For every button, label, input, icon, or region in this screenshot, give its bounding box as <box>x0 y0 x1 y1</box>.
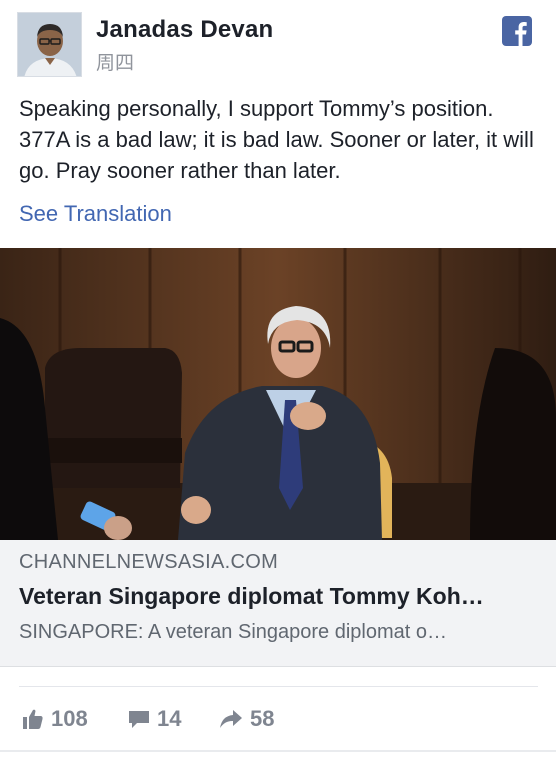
like-button[interactable]: 108 <box>22 705 88 733</box>
comment-icon <box>128 708 150 730</box>
link-preview[interactable]: CHANNELNEWSASIA.COM Veteran Singapore di… <box>0 248 556 667</box>
facebook-icon <box>502 16 532 46</box>
article-description: SINGAPORE: A veteran Singapore diplomat … <box>19 621 447 643</box>
divider <box>19 686 538 687</box>
share-count: 58 <box>250 706 275 731</box>
thumbs-up-icon <box>22 708 44 730</box>
comment-count: 14 <box>157 706 182 731</box>
article-title[interactable]: Veteran Singapore diplomat Tommy Koh… <box>19 583 544 610</box>
like-count: 108 <box>51 706 88 731</box>
post-timestamp[interactable]: 周四 <box>96 48 134 75</box>
post-text: Speaking personally, I support Tommy’s p… <box>19 96 534 183</box>
share-button[interactable]: 58 <box>219 705 274 733</box>
card-bottom-border <box>0 750 556 752</box>
see-translation-link[interactable]: See Translation <box>19 201 172 227</box>
share-arrow-icon <box>219 708 243 730</box>
article-image <box>0 248 556 540</box>
author-name[interactable]: Janadas Devan <box>96 16 273 44</box>
comment-button[interactable]: 14 <box>128 705 181 733</box>
facebook-post-card: Janadas Devan 周四 Speaking personally, I … <box>0 0 556 758</box>
author-avatar[interactable] <box>17 12 82 77</box>
article-domain: CHANNELNEWSASIA.COM <box>19 551 279 573</box>
